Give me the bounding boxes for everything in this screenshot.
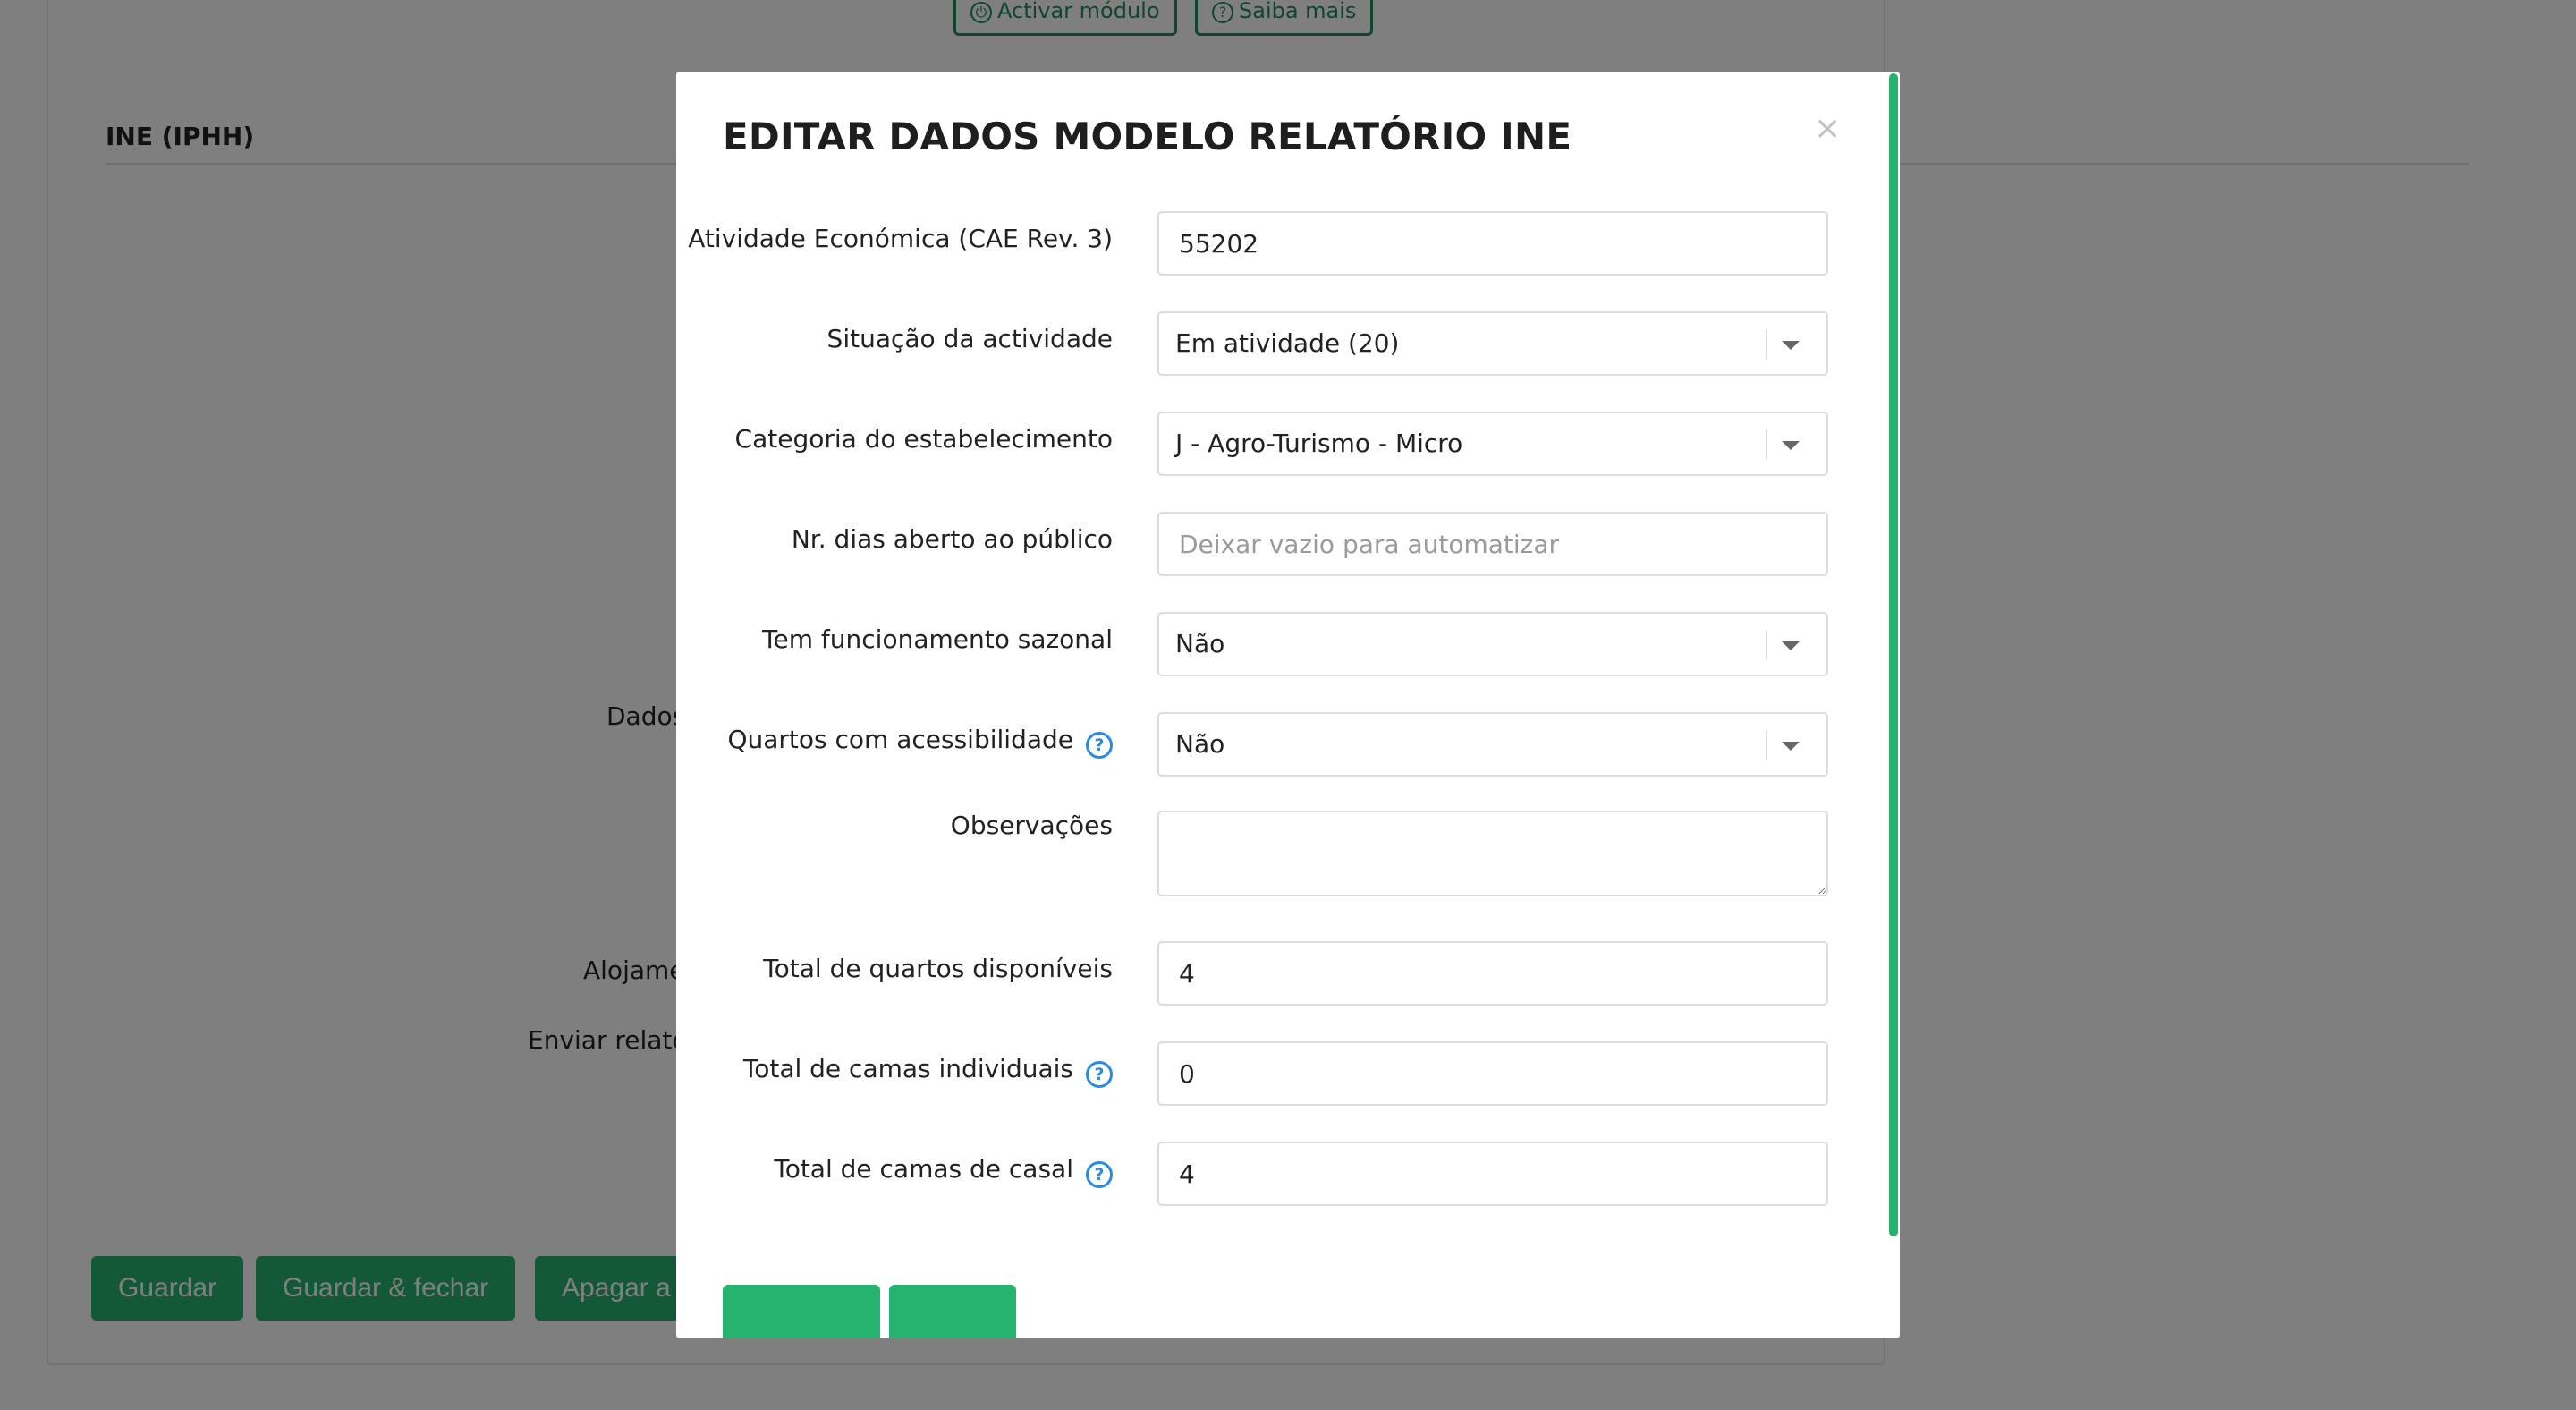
acessibilidade-row-label: Quartos com acessibilidade? bbox=[727, 725, 1113, 759]
categoria-label: Categoria do estabelecimento bbox=[734, 424, 1113, 454]
total-quartos-input[interactable] bbox=[1157, 941, 1828, 1006]
situacao-value: Em atividade (20) bbox=[1175, 328, 1400, 358]
sazonal-label: Tem funcionamento sazonal bbox=[762, 624, 1113, 654]
modal-secondary-button[interactable] bbox=[889, 1285, 1016, 1338]
cae-label: Atividade Económica (CAE Rev. 3) bbox=[688, 224, 1113, 253]
edit-ine-modal: EDITAR DADOS MODELO RELATÓRIO INE × Ativ… bbox=[676, 72, 1900, 1338]
sazonal-value: Não bbox=[1175, 629, 1225, 658]
acessibilidade-select[interactable]: Não bbox=[1157, 712, 1828, 777]
acessibilidade-value: Não bbox=[1175, 729, 1225, 759]
observacoes-textarea[interactable] bbox=[1157, 811, 1828, 896]
acessibilidade-label: Quartos com acessibilidade bbox=[727, 725, 1073, 754]
select-divider bbox=[1766, 429, 1767, 460]
chevron-down-icon[interactable] bbox=[1782, 742, 1800, 751]
help-icon[interactable]: ? bbox=[1086, 1061, 1113, 1088]
select-divider bbox=[1766, 329, 1767, 360]
close-icon[interactable]: × bbox=[1814, 111, 1841, 147]
help-icon[interactable]: ? bbox=[1086, 732, 1113, 759]
select-divider bbox=[1766, 630, 1767, 660]
situacao-select[interactable]: Em atividade (20) bbox=[1157, 311, 1828, 376]
camas-individuais-label: Total de camas individuais bbox=[742, 1054, 1073, 1083]
camas-casal-label: Total de camas de casal bbox=[774, 1154, 1073, 1184]
cae-input[interactable] bbox=[1157, 211, 1828, 276]
chevron-down-icon[interactable] bbox=[1782, 341, 1800, 350]
dias-aberto-label: Nr. dias aberto ao público bbox=[791, 524, 1113, 554]
dias-aberto-input[interactable] bbox=[1157, 512, 1828, 576]
total-quartos-label: Total de quartos disponíveis bbox=[763, 954, 1113, 983]
chevron-down-icon[interactable] bbox=[1782, 441, 1800, 450]
situacao-label: Situação da actividade bbox=[826, 324, 1113, 353]
observacoes-label: Observações bbox=[950, 811, 1113, 840]
camas-individuais-input[interactable] bbox=[1157, 1041, 1828, 1106]
modal-scrollbar[interactable] bbox=[1889, 73, 1898, 1236]
categoria-value: J - Agro-Turismo - Micro bbox=[1175, 429, 1463, 458]
categoria-select[interactable]: J - Agro-Turismo - Micro bbox=[1157, 412, 1828, 476]
camas-individuais-row-label: Total de camas individuais? bbox=[743, 1054, 1113, 1088]
sazonal-select[interactable]: Não bbox=[1157, 612, 1828, 676]
modal-save-button[interactable] bbox=[723, 1285, 880, 1338]
select-divider bbox=[1766, 730, 1767, 760]
camas-casal-row-label: Total de camas de casal? bbox=[774, 1154, 1113, 1188]
help-icon[interactable]: ? bbox=[1086, 1161, 1113, 1188]
camas-casal-input[interactable] bbox=[1157, 1142, 1828, 1206]
chevron-down-icon[interactable] bbox=[1782, 641, 1800, 650]
modal-title: EDITAR DADOS MODELO RELATÓRIO INE bbox=[723, 115, 1572, 158]
